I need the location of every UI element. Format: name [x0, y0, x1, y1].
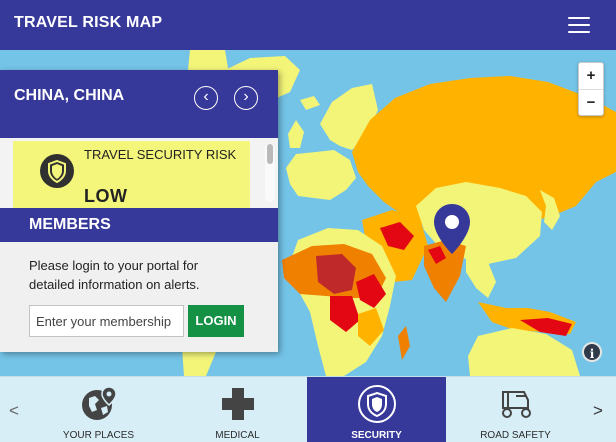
risk-scrollbar[interactable] [265, 144, 275, 202]
app-title: TRAVEL RISK MAP [14, 14, 163, 31]
members-header: MEMBERS [0, 208, 278, 242]
tab-label: SECURITY [351, 430, 402, 441]
zoom-out-button[interactable]: − [579, 89, 603, 115]
members-description: Please login to your portal for detailed… [29, 258, 200, 292]
tab-label: MEDICAL [215, 430, 260, 441]
risk-list[interactable]: TRAVEL SECURITY RISK LOW [0, 138, 278, 208]
shield-icon [357, 384, 397, 429]
tab-label: YOUR PLACES [62, 430, 135, 441]
bottom-nav: < YOUR PLACES MEDICAL SECURITY ROAD SAFE… [0, 376, 616, 442]
tab-label: ROAD SAFETY [480, 430, 551, 441]
members-body: Please login to your portal for detailed… [0, 242, 278, 352]
country-header: CHINA, CHINA ‹ › [0, 70, 278, 138]
next-country-button[interactable]: › [234, 86, 258, 110]
tab-road-safety[interactable]: ROAD SAFETY [446, 377, 585, 442]
hamburger-menu-icon[interactable] [568, 17, 590, 33]
members-title: MEMBERS [29, 216, 111, 233]
membership-number-input[interactable] [29, 305, 184, 337]
risk-level-value: LOW [84, 186, 128, 206]
top-bar: TRAVEL RISK MAP [0, 0, 616, 50]
risk-type-label: TRAVEL SECURITY RISK [84, 147, 237, 162]
nav-next-arrow[interactable]: > [593, 401, 603, 421]
previous-country-button[interactable]: ‹ [194, 86, 218, 110]
shield-icon [40, 154, 74, 188]
globe-pin-icon [79, 384, 119, 429]
country-name: CHINA, CHINA [14, 87, 125, 104]
login-button[interactable]: LOGIN [188, 305, 244, 337]
country-panel: CHINA, CHINA ‹ › TRAVEL SECURITY RISK LO… [0, 70, 278, 352]
medical-cross-icon [218, 384, 258, 429]
tab-medical[interactable]: MEDICAL [168, 377, 307, 442]
info-icon[interactable]: i [582, 342, 602, 362]
zoom-control: + − [578, 62, 604, 116]
scroll-thumb[interactable] [267, 144, 273, 164]
map-pin-icon[interactable] [432, 202, 472, 258]
zoom-in-button[interactable]: + [579, 63, 603, 89]
nav-prev-arrow[interactable]: < [9, 401, 19, 421]
rickshaw-icon [496, 384, 536, 429]
security-risk-card: TRAVEL SECURITY RISK LOW [13, 141, 250, 208]
tab-security[interactable]: SECURITY [307, 377, 446, 442]
tab-your-places[interactable]: YOUR PLACES [29, 377, 168, 442]
